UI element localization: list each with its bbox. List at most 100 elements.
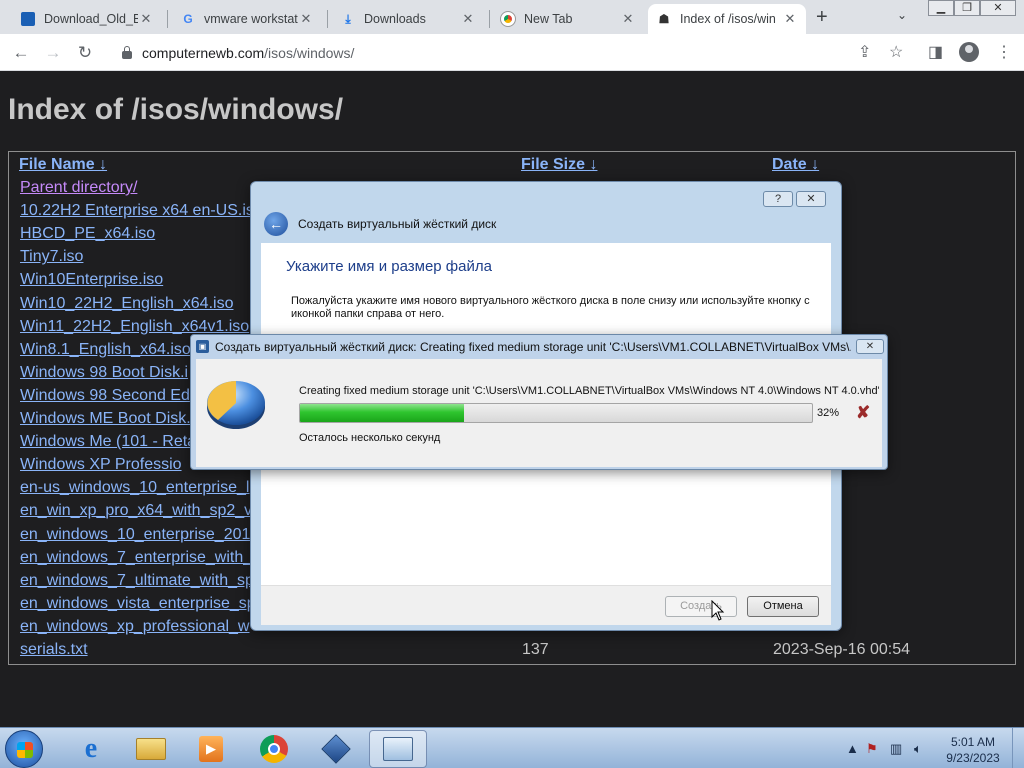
taskbar-remote-desktop[interactable]: [369, 730, 427, 768]
start-button[interactable]: [5, 730, 43, 768]
reload-icon[interactable]: ↻: [74, 42, 96, 64]
minimize-icon[interactable]: ▁: [928, 0, 954, 16]
file-name-link[interactable]: Windows ME Boot Disk.: [20, 410, 191, 427]
file-row[interactable]: en_win_xp_pro_x64_with_sp2_v-17 18:36: [20, 502, 841, 525]
tab-downloads[interactable]: ⤓ Downloads ✕: [332, 4, 484, 34]
tray-overflow-chevron-icon[interactable]: ▲: [846, 741, 859, 756]
file-name-link[interactable]: Windows XP Professio: [20, 456, 182, 473]
create-button[interactable]: Создать: [665, 596, 737, 617]
file-name-link[interactable]: Win10Enterprise.iso: [20, 271, 163, 288]
progress-bar: [299, 403, 813, 423]
file-name-link[interactable]: en_windows_7_ultimate_with_sp: [20, 572, 254, 589]
help-button[interactable]: ?: [763, 191, 793, 207]
clock-date: 9/23/2023: [946, 751, 1000, 765]
kebab-menu-icon[interactable]: ⋮: [996, 42, 1012, 62]
back-arrow-icon[interactable]: ←: [10, 42, 32, 64]
file-row[interactable]: en-us_windows_10_enterprise_l-23 00:02: [20, 479, 841, 502]
file-name-link[interactable]: en_win_xp_pro_x64_with_sp2_v: [20, 502, 252, 519]
progress-close-button[interactable]: ✕: [856, 339, 884, 354]
progress-percent: 32%: [817, 407, 840, 419]
dialog-close-button[interactable]: ✕: [796, 191, 826, 207]
window-close-icon[interactable]: ✕: [980, 0, 1016, 16]
side-panel-icon[interactable]: ◨: [928, 42, 943, 62]
tab-vmware-search[interactable]: G vmware workstatio ✕: [172, 4, 322, 34]
file-row[interactable]: HBCD_PE_x64.iso01 16:10: [20, 225, 835, 248]
file-row[interactable]: Tiny7.iso-17 18:51: [20, 248, 841, 271]
file-name-link[interactable]: Win8.1_English_x64.iso: [20, 341, 191, 358]
forward-arrow-icon[interactable]: →: [42, 42, 64, 64]
show-desktop-button[interactable]: [1012, 728, 1024, 768]
taskbar-file-explorer[interactable]: [122, 730, 180, 768]
tab-divider: [167, 10, 168, 28]
address-bar[interactable]: computernewb.com/isos/windows/: [108, 38, 838, 67]
taskbar-chrome[interactable]: [245, 730, 303, 768]
file-row[interactable]: Windows ME Boot Disk.56: [20, 410, 791, 433]
file-row[interactable]: Windows 98 Boot Disk.i51: [20, 364, 791, 387]
close-icon[interactable]: ✕: [460, 11, 476, 27]
file-name-link[interactable]: 10.22H2 Enterprise x64 en-US.is: [20, 202, 254, 219]
download-arrow-icon: ⤓: [345, 11, 351, 26]
parent-directory-link[interactable]: Parent directory/: [20, 179, 137, 202]
share-icon[interactable]: ⇪: [858, 42, 871, 62]
file-name-link[interactable]: en_windows_vista_enterprise_sp: [20, 595, 256, 612]
file-row[interactable]: 10.22H2 Enterprise x64 en-US.is27 21:55: [20, 202, 835, 225]
progress-bar-fill: [300, 404, 464, 422]
file-row[interactable]: en_windows_7_ultimate_with_sp20 23:34: [20, 572, 835, 595]
file-row[interactable]: en_windows_7_enterprise_with_-17 18:33: [20, 549, 841, 572]
file-row[interactable]: en_windows_vista_enterprise_sp-17 18:58: [20, 595, 841, 618]
file-size: 137: [522, 641, 549, 658]
network-icon[interactable]: ▥: [890, 741, 902, 757]
column-header-date[interactable]: Date ↓: [772, 156, 819, 174]
file-row[interactable]: Windows Me (101 - Reta08: [20, 433, 791, 456]
file-name-link[interactable]: HBCD_PE_x64.iso: [20, 225, 155, 242]
action-center-flag-icon[interactable]: ⚑: [866, 741, 878, 757]
tab-download-old[interactable]: Download_Old_Bu ✕: [12, 4, 162, 34]
close-icon[interactable]: ✕: [138, 11, 154, 27]
internet-explorer-icon: e: [84, 733, 98, 764]
taskbar-media-player[interactable]: ▶: [182, 730, 240, 768]
file-name-link[interactable]: en_windows_10_enterprise_201: [20, 526, 250, 543]
close-icon[interactable]: ✕: [782, 11, 798, 27]
file-name-link[interactable]: en_windows_7_enterprise_with_: [20, 549, 252, 566]
progress-body: Creating fixed medium storage unit 'C:\U…: [196, 359, 882, 467]
tab-index-of-isos[interactable]: ☗ Index of /isos/win ✕: [648, 4, 806, 34]
file-name-link[interactable]: en_windows_xp_professional_w: [20, 618, 249, 635]
file-row[interactable]: Windows 98 Second Ed53: [20, 387, 791, 410]
file-name-link[interactable]: Windows 98 Boot Disk.i: [20, 364, 188, 381]
taskbar-internet-explorer[interactable]: e: [62, 730, 120, 768]
file-name-link[interactable]: en-us_windows_10_enterprise_l: [20, 479, 249, 496]
file-row[interactable]: Win10_22H2_English_x64.iso-17 18:24: [20, 295, 841, 318]
system-clock[interactable]: 5:01 AM 9/23/2023: [940, 734, 1006, 766]
profile-avatar-icon[interactable]: [959, 42, 979, 62]
file-name-link[interactable]: Windows Me (101 - Reta: [20, 433, 196, 450]
file-name-link[interactable]: Parent directory/: [20, 179, 137, 196]
file-name-link[interactable]: serials.txt: [20, 641, 88, 658]
bookmark-star-icon[interactable]: ☆: [889, 42, 903, 62]
close-icon[interactable]: ✕: [620, 11, 636, 27]
file-name-link[interactable]: Windows 98 Second Ed: [20, 387, 190, 404]
close-icon[interactable]: ✕: [298, 11, 314, 27]
tab-divider: [327, 10, 328, 28]
tab-new-tab[interactable]: New Tab ✕: [492, 4, 644, 34]
file-row[interactable]: en_windows_xp_professional_w-17 18:35: [20, 618, 841, 641]
file-name-link[interactable]: Win10_22H2_English_x64.iso: [20, 295, 233, 312]
file-name-link[interactable]: Tiny7.iso: [20, 248, 83, 265]
cancel-operation-icon[interactable]: ✘: [856, 403, 870, 423]
file-row[interactable]: Win8.1_English_x64.iso.53: [20, 341, 795, 364]
wizard-back-icon[interactable]: ←: [264, 212, 288, 236]
new-tab-plus-icon[interactable]: +: [816, 6, 828, 29]
column-header-file-name[interactable]: File Name ↓: [19, 156, 107, 174]
volume-muted-icon[interactable]: 🔈︎: [914, 741, 922, 757]
restore-icon[interactable]: ❐: [954, 0, 980, 16]
remote-desktop-icon: [383, 737, 413, 761]
file-row[interactable]: serials.txt 137 2023-Sep-16 00:54: [20, 641, 910, 664]
file-row[interactable]: Win10Enterprise.iso27 16:40: [20, 271, 835, 294]
file-row[interactable]: en_windows_10_enterprise_20113 03:03: [20, 526, 835, 549]
file-row[interactable]: Windows XP Professio54: [20, 456, 791, 479]
file-name-link[interactable]: Win11_22H2_English_x64v1.iso: [20, 318, 249, 335]
clock-time: 5:01 AM: [950, 735, 996, 749]
cancel-button[interactable]: Отмена: [747, 596, 819, 617]
column-header-file-size[interactable]: File Size ↓: [521, 156, 597, 174]
taskbar-virtualbox[interactable]: [307, 730, 365, 768]
tab-search-chevron-icon[interactable]: ⌄: [897, 8, 907, 22]
